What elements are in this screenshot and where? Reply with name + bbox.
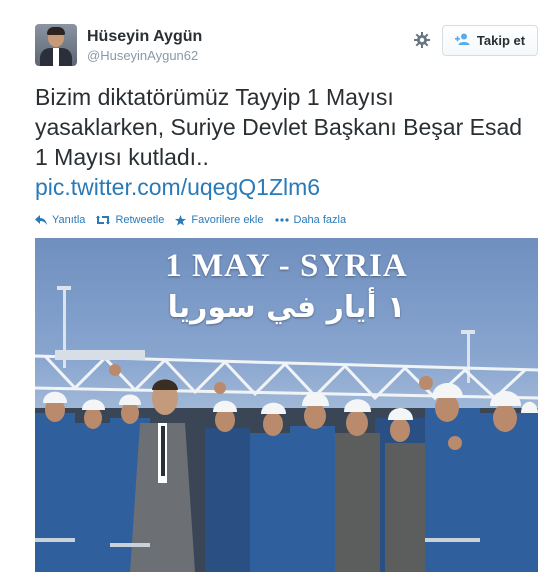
tweet-photo-link[interactable]: pic.twitter.com/uqegQ1Zlm6 bbox=[35, 172, 525, 202]
retweet-action[interactable]: Retweetle bbox=[96, 214, 164, 226]
avatar[interactable] bbox=[35, 24, 77, 66]
follow-button[interactable]: Takip et bbox=[442, 25, 538, 56]
photo-arabic-caption: ١ أيار في سوريا bbox=[167, 290, 406, 325]
tweet-card: Hüseyin Aygün @HuseyinAygun62 Takip et B… bbox=[0, 0, 543, 586]
reply-label: Yanıtla bbox=[52, 214, 86, 226]
reply-icon bbox=[35, 215, 47, 225]
favorite-action[interactable]: Favorilere ekle bbox=[175, 214, 264, 226]
tweet-body: Bizim diktatörümüz Tayyip 1 Mayısı yasak… bbox=[35, 84, 523, 170]
more-action[interactable]: Daha fazla bbox=[274, 214, 347, 226]
add-user-icon bbox=[454, 33, 471, 48]
favorite-label: Favorilere ekle bbox=[191, 214, 264, 226]
more-icon bbox=[274, 218, 289, 222]
avatar-hair bbox=[47, 27, 65, 35]
reply-action[interactable]: Yanıtla bbox=[35, 214, 85, 226]
user-handle[interactable]: @HuseyinAygun62 bbox=[87, 47, 202, 65]
avatar-shirt bbox=[53, 48, 59, 66]
tweet-photo[interactable]: 1 MAY - SYRIA ١ أيار في سوريا bbox=[35, 238, 538, 572]
photo-title: 1 MAY - SYRIA bbox=[165, 248, 408, 284]
star-icon bbox=[175, 214, 187, 226]
user-names[interactable]: Hüseyin Aygün @HuseyinAygun62 bbox=[87, 27, 202, 65]
gear-icon[interactable] bbox=[413, 31, 431, 49]
user-full-name[interactable]: Hüseyin Aygün bbox=[87, 27, 202, 47]
follow-button-label: Takip et bbox=[476, 33, 526, 48]
retweet-label: Retweetle bbox=[115, 214, 165, 226]
tweet-text: Bizim diktatörümüz Tayyip 1 Mayısı yasak… bbox=[35, 82, 525, 202]
photo-scene bbox=[35, 286, 538, 572]
tweet-actions: Yanıtla Retweetle Favorilere ekle Daha f… bbox=[35, 214, 357, 226]
retweet-icon bbox=[96, 215, 111, 225]
more-label: Daha fazla bbox=[293, 214, 347, 226]
